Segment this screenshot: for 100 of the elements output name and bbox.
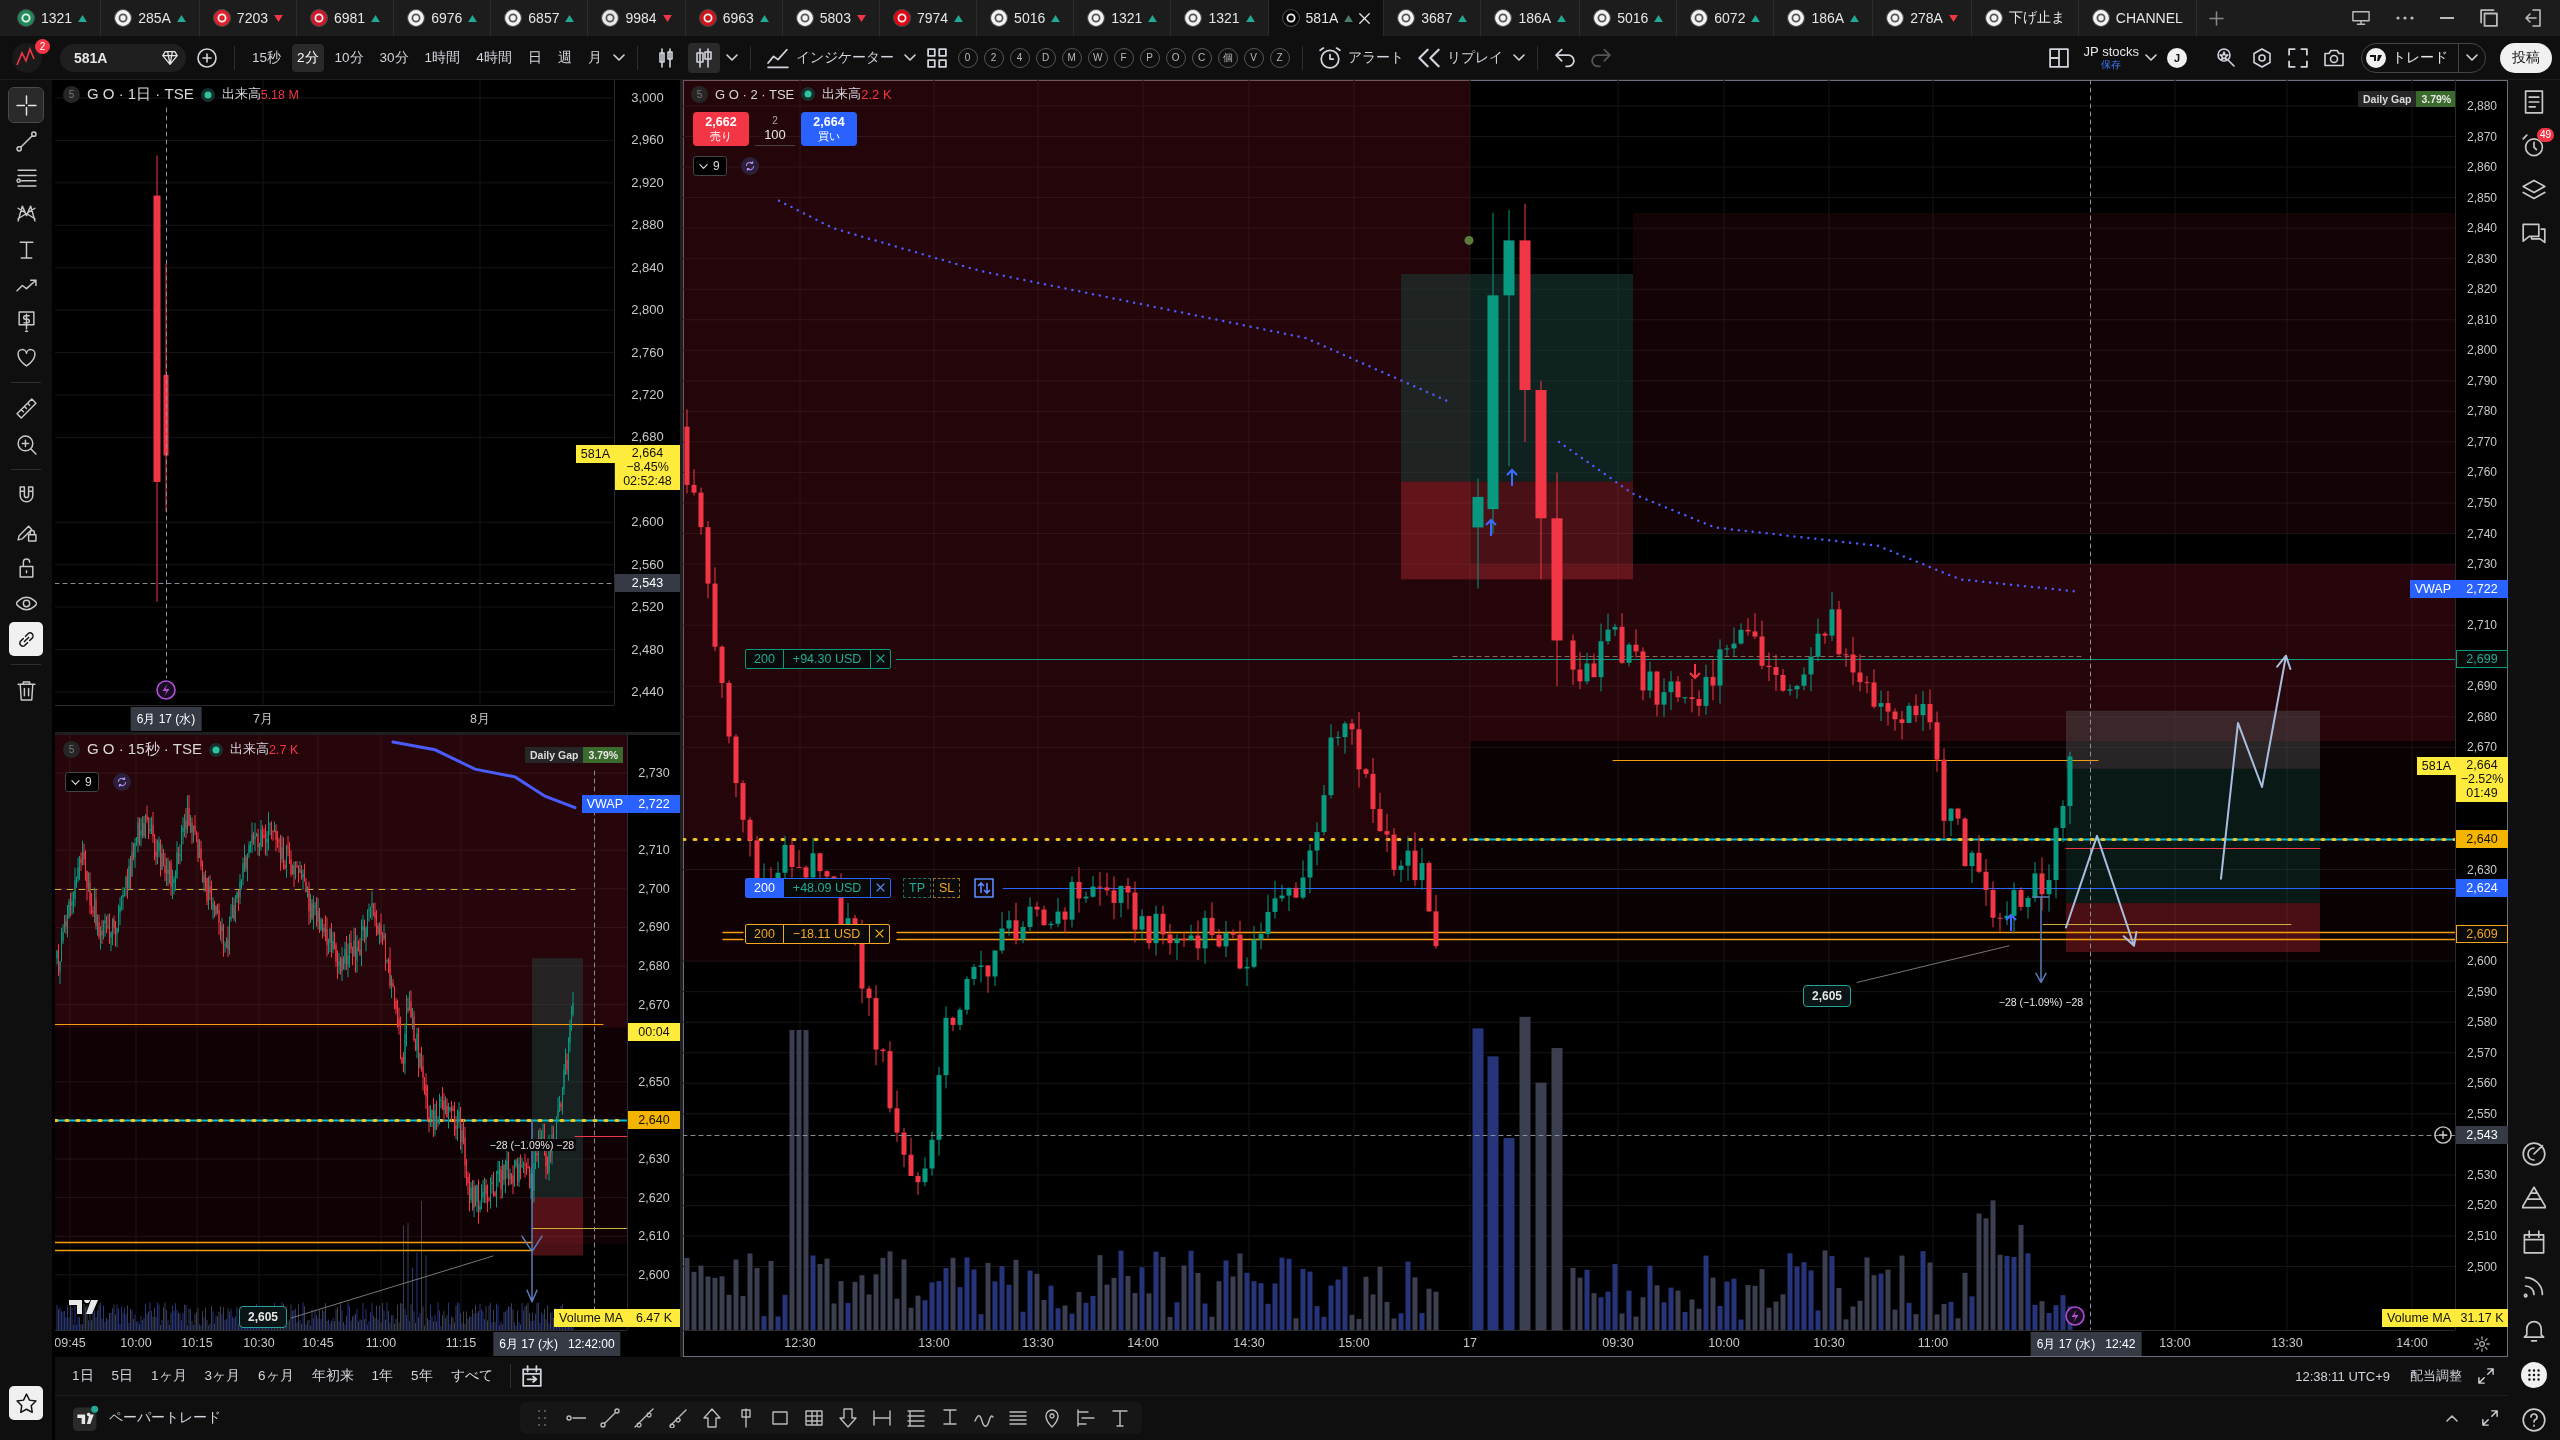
- price-tick-label: 2,770: [2466, 433, 2498, 450]
- vwap-tag: VWAP: [581, 794, 628, 813]
- price-tick-label: 2,570: [2466, 1044, 2498, 1061]
- crosshair-time-text: 12:42: [2105, 1337, 2136, 1351]
- time-tick-label: 13:00: [918, 1336, 950, 1350]
- price-tick-label: 2,920: [630, 174, 665, 191]
- save-status: 保存: [2101, 57, 2122, 71]
- last-price-value: 2,664: [2465, 757, 2499, 772]
- crosshair-price-label: 2,543: [615, 573, 680, 592]
- crosshair-date-text: 6月 17 (水): [2036, 1335, 2096, 1353]
- daily-gap-value: 3.79%: [583, 747, 624, 763]
- price-tick-label: 2,750: [2466, 495, 2498, 511]
- price-tick-label: 2,690: [637, 919, 671, 936]
- price-tick-label: 2,500: [2466, 1258, 2498, 1275]
- vwap-tag: VWAP: [2409, 579, 2456, 598]
- time-tick-label: 10:15: [181, 1336, 213, 1350]
- price-tick-label: 2,680: [630, 429, 665, 446]
- bar-countdown-label: 00:04: [628, 1022, 680, 1041]
- time-tick-label: 11:15: [445, 1336, 477, 1350]
- time-tick-label: 09:45: [55, 1336, 86, 1350]
- time-tick-label: 13:30: [1022, 1336, 1054, 1350]
- price-tick-label: 2,730: [637, 765, 671, 781]
- price-tick-label: 2,440: [630, 684, 665, 700]
- order-price-label: 2,624: [2456, 878, 2508, 897]
- time-tick-label: 8月: [470, 711, 490, 728]
- price-tick-label: 2,600: [637, 1266, 671, 1283]
- price-tick-label: 2,510: [2466, 1227, 2498, 1244]
- volume-ma-tag: Volume MA: [2382, 1309, 2456, 1327]
- volume-label: 出来高: [230, 741, 270, 758]
- bar-countdown-text: 02:52:48: [622, 474, 673, 489]
- price-tick-label: 2,780: [2466, 403, 2498, 420]
- price-tick-label: 2,710: [637, 842, 671, 859]
- volume-ma-tag: Volume MA: [554, 1309, 628, 1327]
- daily-gap-label: Daily Gap: [525, 747, 584, 763]
- price-tick-label: 2,480: [630, 641, 665, 658]
- price-tick-label: 2,680: [2466, 708, 2498, 725]
- price-tick-label: 2,670: [637, 996, 671, 1013]
- price-tick-label: 2,560: [630, 556, 665, 573]
- price-tick-label: 2,690: [2466, 678, 2498, 695]
- crosshair-time-text: 12:42:00: [568, 1337, 615, 1351]
- price-tick-label: 2,670: [2466, 739, 2498, 756]
- price-tick-label: 2,800: [630, 302, 665, 319]
- legend-badge: 5: [63, 86, 80, 103]
- volume-value: 2.7 K: [269, 742, 299, 757]
- price-change-text: −8.45%: [625, 460, 670, 475]
- price-tick-label: 2,730: [2466, 556, 2498, 573]
- price-tick-label: 2,630: [2466, 861, 2498, 878]
- time-tick-label: 11:00: [365, 1336, 397, 1350]
- volume-value: 5.18 M: [260, 87, 299, 102]
- notification-badge: 2: [35, 38, 50, 54]
- price-tick-label: 2,850: [2466, 189, 2498, 206]
- price-tick-label: 2,880: [630, 217, 665, 234]
- target-price-label: 2,699: [2456, 649, 2508, 668]
- price-tick-label: 2,630: [637, 1151, 671, 1167]
- time-tick-label: 10:00: [120, 1336, 152, 1350]
- daily-gap-value: 3.79%: [2416, 91, 2455, 107]
- stop-price-label: 2,609: [2456, 924, 2508, 943]
- time-tick-label: 09:30: [1602, 1336, 1634, 1350]
- measure-label: −28 (−1.09%) −28: [487, 1139, 577, 1151]
- bar-countdown-text: 01:49: [2465, 785, 2499, 800]
- time-tick-label: 10:30: [243, 1336, 275, 1350]
- price-tick-label: 2,530: [2466, 1166, 2498, 1183]
- price-tick-label: 2,520: [630, 599, 665, 616]
- price-tick-label: 2,870: [2466, 128, 2498, 145]
- alert-price-label: 2,640: [2456, 829, 2508, 848]
- time-tick-label: 15:00: [1338, 1336, 1370, 1350]
- price-tick-label: 2,650: [637, 1073, 671, 1090]
- time-tick-label: 17: [1463, 1336, 1477, 1350]
- price-tick-label: 2,830: [2466, 250, 2498, 267]
- position-quantity: 200: [746, 878, 784, 897]
- price-tick-label: 2,800: [2466, 342, 2498, 359]
- position-pnl: −18.11 USD: [783, 924, 871, 943]
- vwap-price-label: 2,722: [2456, 579, 2508, 598]
- volume-label: 出来高: [221, 86, 261, 103]
- price-tick-label: 2,820: [2466, 281, 2498, 298]
- price-tick-label: 2,960: [630, 132, 665, 149]
- time-tick-label: 12:30: [784, 1336, 816, 1350]
- price-tick-label: 2,580: [2466, 1014, 2498, 1031]
- price-tick-label: 2,880: [2466, 98, 2498, 114]
- volume-ma-value: 6.47 K: [628, 1309, 680, 1327]
- symbol-price-tag: 581A: [2416, 756, 2456, 775]
- price-tick-label: 2,700: [637, 880, 671, 897]
- time-tick-label: 10:30: [1813, 1336, 1845, 1350]
- notification-badge: 49: [2536, 128, 2554, 142]
- time-tick-label: 10:00: [1708, 1336, 1740, 1350]
- price-tick-label: 2,600: [2466, 953, 2498, 970]
- price-tick-label: 3,000: [630, 90, 665, 106]
- price-tick-label: 2,680: [637, 958, 671, 974]
- time-tick-label: 14:00: [1127, 1336, 1159, 1350]
- price-tick-label: 2,860: [2466, 159, 2498, 176]
- vwap-price-label: 2,722: [628, 794, 680, 813]
- price-tick-label: 2,720: [630, 387, 665, 403]
- price-tick-label: 2,600: [630, 514, 665, 531]
- time-tick-label: 10:45: [302, 1336, 334, 1350]
- measure-label: −28 (−1.09%) −28: [1998, 996, 2084, 1008]
- time-tick-label: 14:00: [2396, 1336, 2428, 1350]
- price-tick-label: 2,810: [2466, 311, 2498, 328]
- price-tick-label: 2,840: [630, 259, 665, 276]
- volume-ma-value: 31.17 K: [2456, 1309, 2508, 1327]
- time-tick-label: 7月: [253, 711, 273, 728]
